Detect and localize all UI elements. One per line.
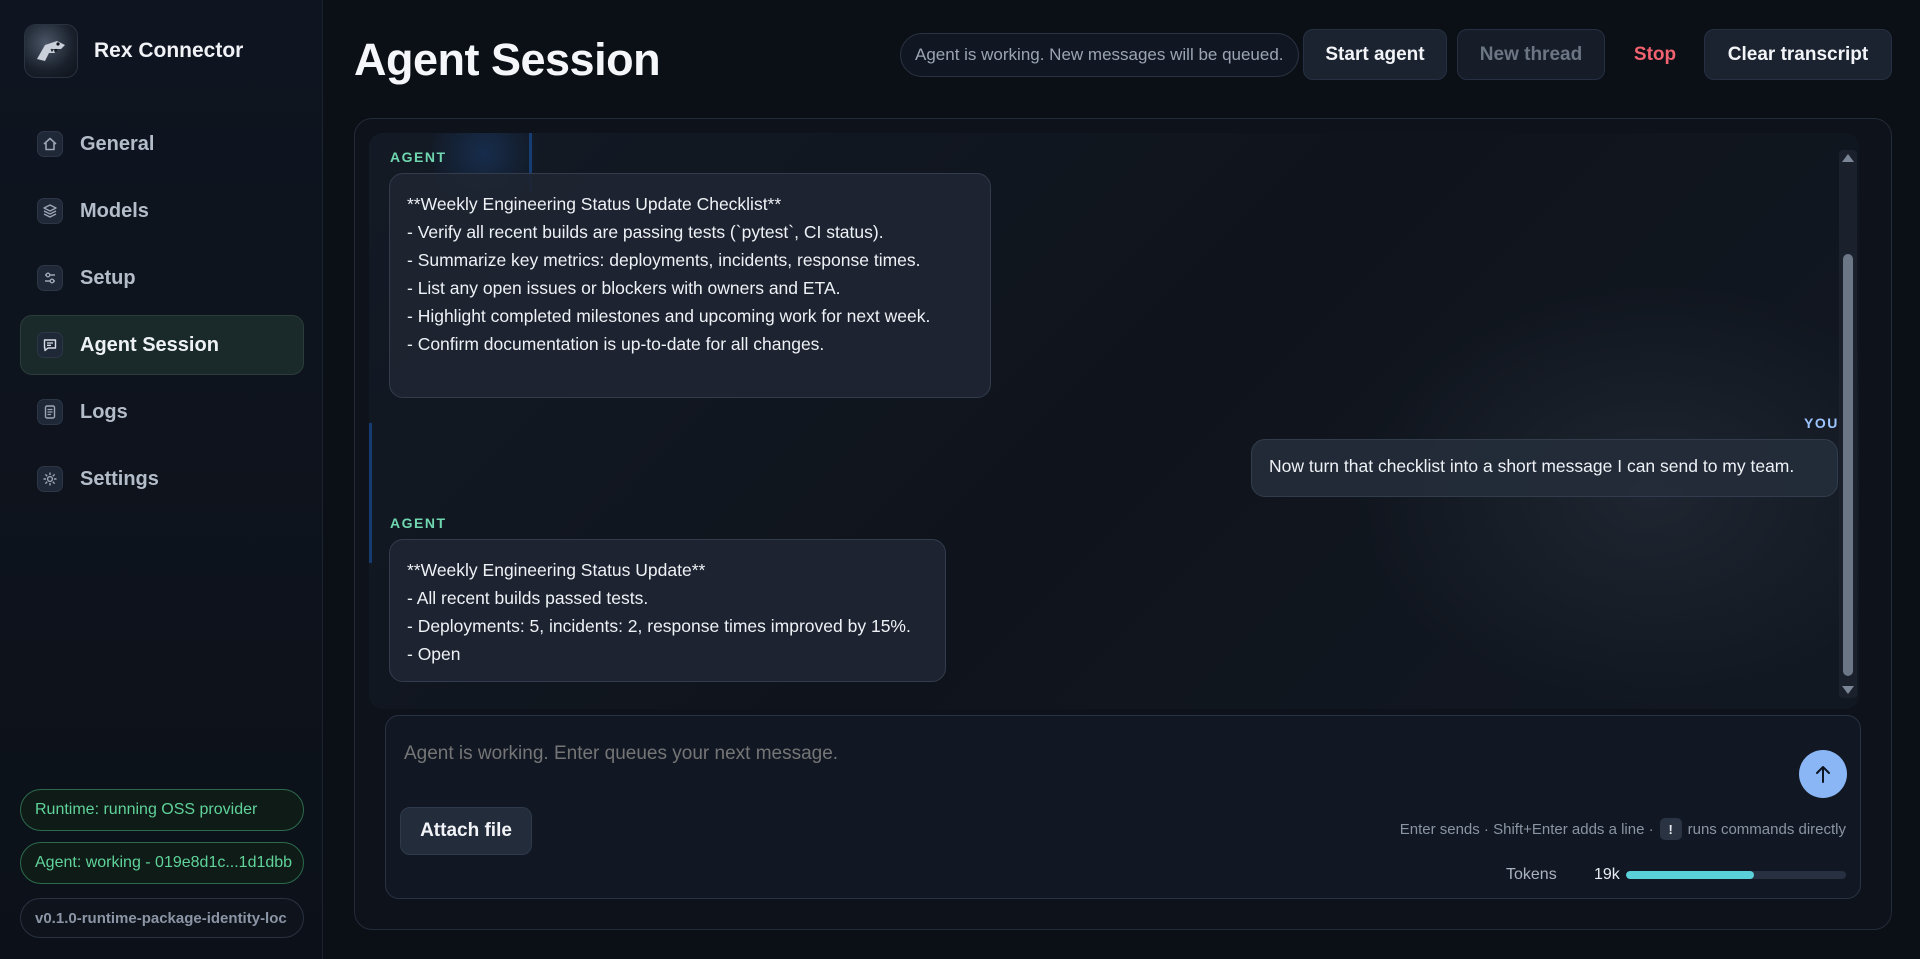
home-icon bbox=[37, 131, 63, 157]
sliders-icon bbox=[37, 265, 63, 291]
keyboard-hint: Enter sends · Shift+Enter adds a line · … bbox=[1400, 818, 1846, 840]
message-line: - All recent builds passed tests. bbox=[407, 588, 649, 608]
message-line: - Summarize key metrics: deployments, in… bbox=[407, 250, 921, 270]
queue-status-note: Agent is working. New messages will be q… bbox=[900, 33, 1299, 77]
user-message: Now turn that checklist into a short mes… bbox=[1251, 439, 1838, 497]
sidebar-item-agent-session[interactable]: Agent Session bbox=[20, 315, 304, 375]
circuit-decoration bbox=[369, 423, 372, 563]
scroll-up-icon[interactable] bbox=[1842, 154, 1854, 162]
attach-file-button[interactable]: Attach file bbox=[400, 807, 532, 855]
sidebar-item-general[interactable]: General bbox=[20, 114, 304, 174]
scroll-thumb[interactable] bbox=[1843, 254, 1853, 676]
chat-transcript: AGENT **Weekly Engineering Status Update… bbox=[369, 133, 1859, 709]
message-line: - List any open issues or blockers with … bbox=[407, 278, 841, 298]
tokens-progress-bar bbox=[1626, 871, 1846, 879]
sidebar-item-label: Settings bbox=[80, 467, 159, 490]
message-composer: Attach file Enter sends · Shift+Enter ad… bbox=[385, 715, 1861, 899]
new-thread-button[interactable]: New thread bbox=[1457, 29, 1605, 80]
agent-message: **Weekly Engineering Status Update Check… bbox=[389, 173, 991, 398]
sidebar-item-settings[interactable]: Settings bbox=[20, 449, 304, 509]
tokens-value: 19k bbox=[1594, 866, 1620, 883]
runtime-status-badge: Runtime: running OSS provider bbox=[20, 789, 304, 831]
tokens-label: Tokens bbox=[1506, 866, 1557, 883]
stop-button[interactable]: Stop bbox=[1615, 29, 1695, 80]
command-key-badge: ! bbox=[1659, 818, 1682, 840]
hint-text: Enter sends · Shift+Enter adds a line · bbox=[1399, 820, 1654, 838]
sidebar-item-label: Models bbox=[80, 199, 149, 222]
version-badge: v0.1.0-runtime-package-identity-loc bbox=[20, 898, 304, 938]
document-icon bbox=[37, 399, 63, 425]
message-line: **Weekly Engineering Status Update Check… bbox=[407, 194, 782, 214]
hint-text: runs commands directly bbox=[1687, 820, 1846, 838]
page-title: Agent Session bbox=[354, 34, 661, 85]
message-line: - Deployments: 5, incidents: 2, response… bbox=[407, 616, 911, 636]
sidebar-item-label: General bbox=[80, 132, 155, 155]
tokens-progress-fill bbox=[1626, 871, 1754, 879]
message-line: - Open bbox=[407, 644, 461, 664]
layers-icon bbox=[37, 198, 63, 224]
sidebar-item-setup[interactable]: Setup bbox=[20, 248, 304, 308]
arrow-up-icon bbox=[1816, 766, 1830, 783]
message-line: - Confirm documentation is up-to-date fo… bbox=[407, 334, 825, 354]
sidebar-item-label: Logs bbox=[80, 400, 128, 423]
sidebar-item-models[interactable]: Models bbox=[20, 181, 304, 241]
message-role-label: AGENT bbox=[390, 515, 447, 531]
agent-status-badge: Agent: working - 019e8d1c...1d1dbb bbox=[20, 842, 304, 884]
sidebar-item-logs[interactable]: Logs bbox=[20, 382, 304, 442]
chat-scrollbar[interactable] bbox=[1839, 150, 1857, 698]
send-button[interactable] bbox=[1799, 750, 1847, 798]
start-agent-button[interactable]: Start agent bbox=[1303, 29, 1447, 80]
dinosaur-logo-icon bbox=[24, 24, 78, 78]
gear-icon bbox=[37, 466, 63, 492]
message-role-label: YOU bbox=[1804, 415, 1839, 431]
message-line: **Weekly Engineering Status Update** bbox=[407, 560, 706, 580]
sidebar-item-label: Setup bbox=[80, 266, 136, 289]
sidebar-item-label: Agent Session bbox=[80, 333, 219, 356]
message-line: - Verify all recent builds are passing t… bbox=[407, 222, 884, 242]
chat-icon bbox=[37, 332, 63, 358]
agent-message: **Weekly Engineering Status Update** - A… bbox=[389, 539, 946, 682]
message-line: Now turn that checklist into a short mes… bbox=[1269, 456, 1795, 476]
clear-transcript-button[interactable]: Clear transcript bbox=[1704, 29, 1892, 80]
sidebar-nav: General Models Setup Agent Session Logs bbox=[20, 114, 304, 516]
sidebar: Rex Connector General Models Setup Agent… bbox=[0, 0, 323, 959]
brand: Rex Connector bbox=[24, 24, 243, 78]
scroll-down-icon[interactable] bbox=[1842, 686, 1854, 694]
message-input[interactable] bbox=[404, 734, 1724, 774]
message-line: - Highlight completed milestones and upc… bbox=[407, 306, 931, 326]
app-name: Rex Connector bbox=[94, 39, 244, 62]
message-role-label: AGENT bbox=[390, 149, 447, 165]
